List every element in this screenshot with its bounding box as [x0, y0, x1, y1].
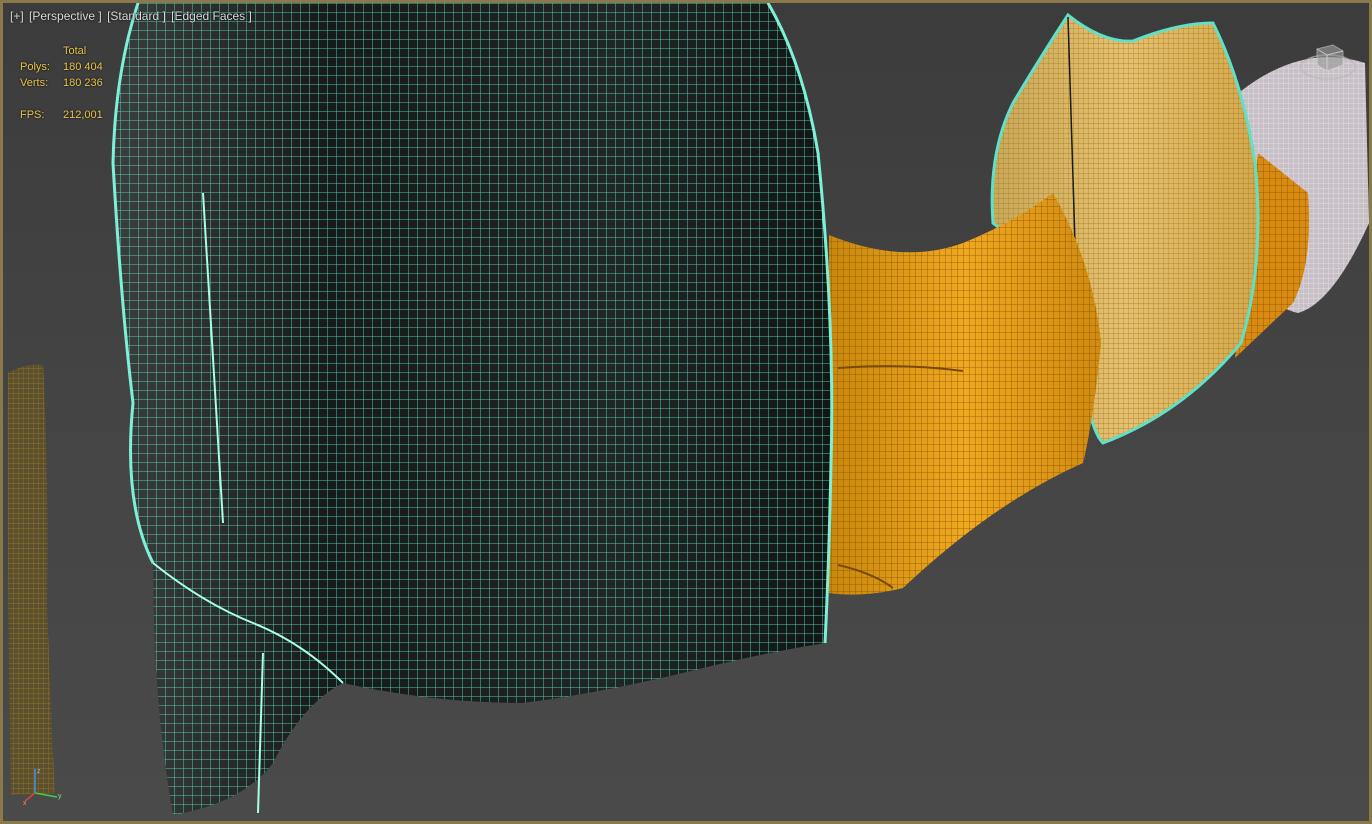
- mesh-left-edge[interactable]: [7, 364, 56, 795]
- stats-header: Total: [63, 45, 87, 57]
- viewport-point-of-view-menu[interactable]: [Perspective ]: [28, 9, 103, 23]
- viewport-standard-menu[interactable]: [Standard ]: [106, 9, 167, 23]
- polys-label: Polys:: [20, 61, 50, 73]
- statistics-overlay: Total Polys: 180 404 Verts: 180 236 FPS:…: [20, 43, 103, 123]
- viewport-label: [+] [Perspective ] [Standard ] [Edged Fa…: [9, 9, 253, 23]
- viewport-scene[interactable]: [3, 3, 1369, 821]
- fps-label: FPS:: [20, 109, 45, 121]
- verts-label: Verts:: [20, 77, 49, 89]
- axis-x-label: x: [23, 800, 27, 805]
- axis-tripod-icon: z y x: [23, 768, 62, 805]
- mesh-cushion-main[interactable]: [111, 3, 834, 815]
- axis-z-label: z: [37, 768, 41, 775]
- viewport-shading-menu[interactable]: [Edged Faces ]: [170, 9, 253, 23]
- polys-value: 180 404: [63, 61, 103, 73]
- axis-y-label: y: [58, 793, 62, 800]
- perspective-viewport[interactable]: [+] [Perspective ] [Standard ] [Edged Fa…: [0, 0, 1372, 824]
- viewcube-icon[interactable]: [1299, 41, 1357, 83]
- verts-value: 180 236: [63, 77, 103, 89]
- fps-value: 212,001: [63, 109, 103, 121]
- mesh-cushion-orange[interactable]: [829, 193, 1101, 595]
- viewport-plus-menu[interactable]: [+]: [9, 9, 25, 23]
